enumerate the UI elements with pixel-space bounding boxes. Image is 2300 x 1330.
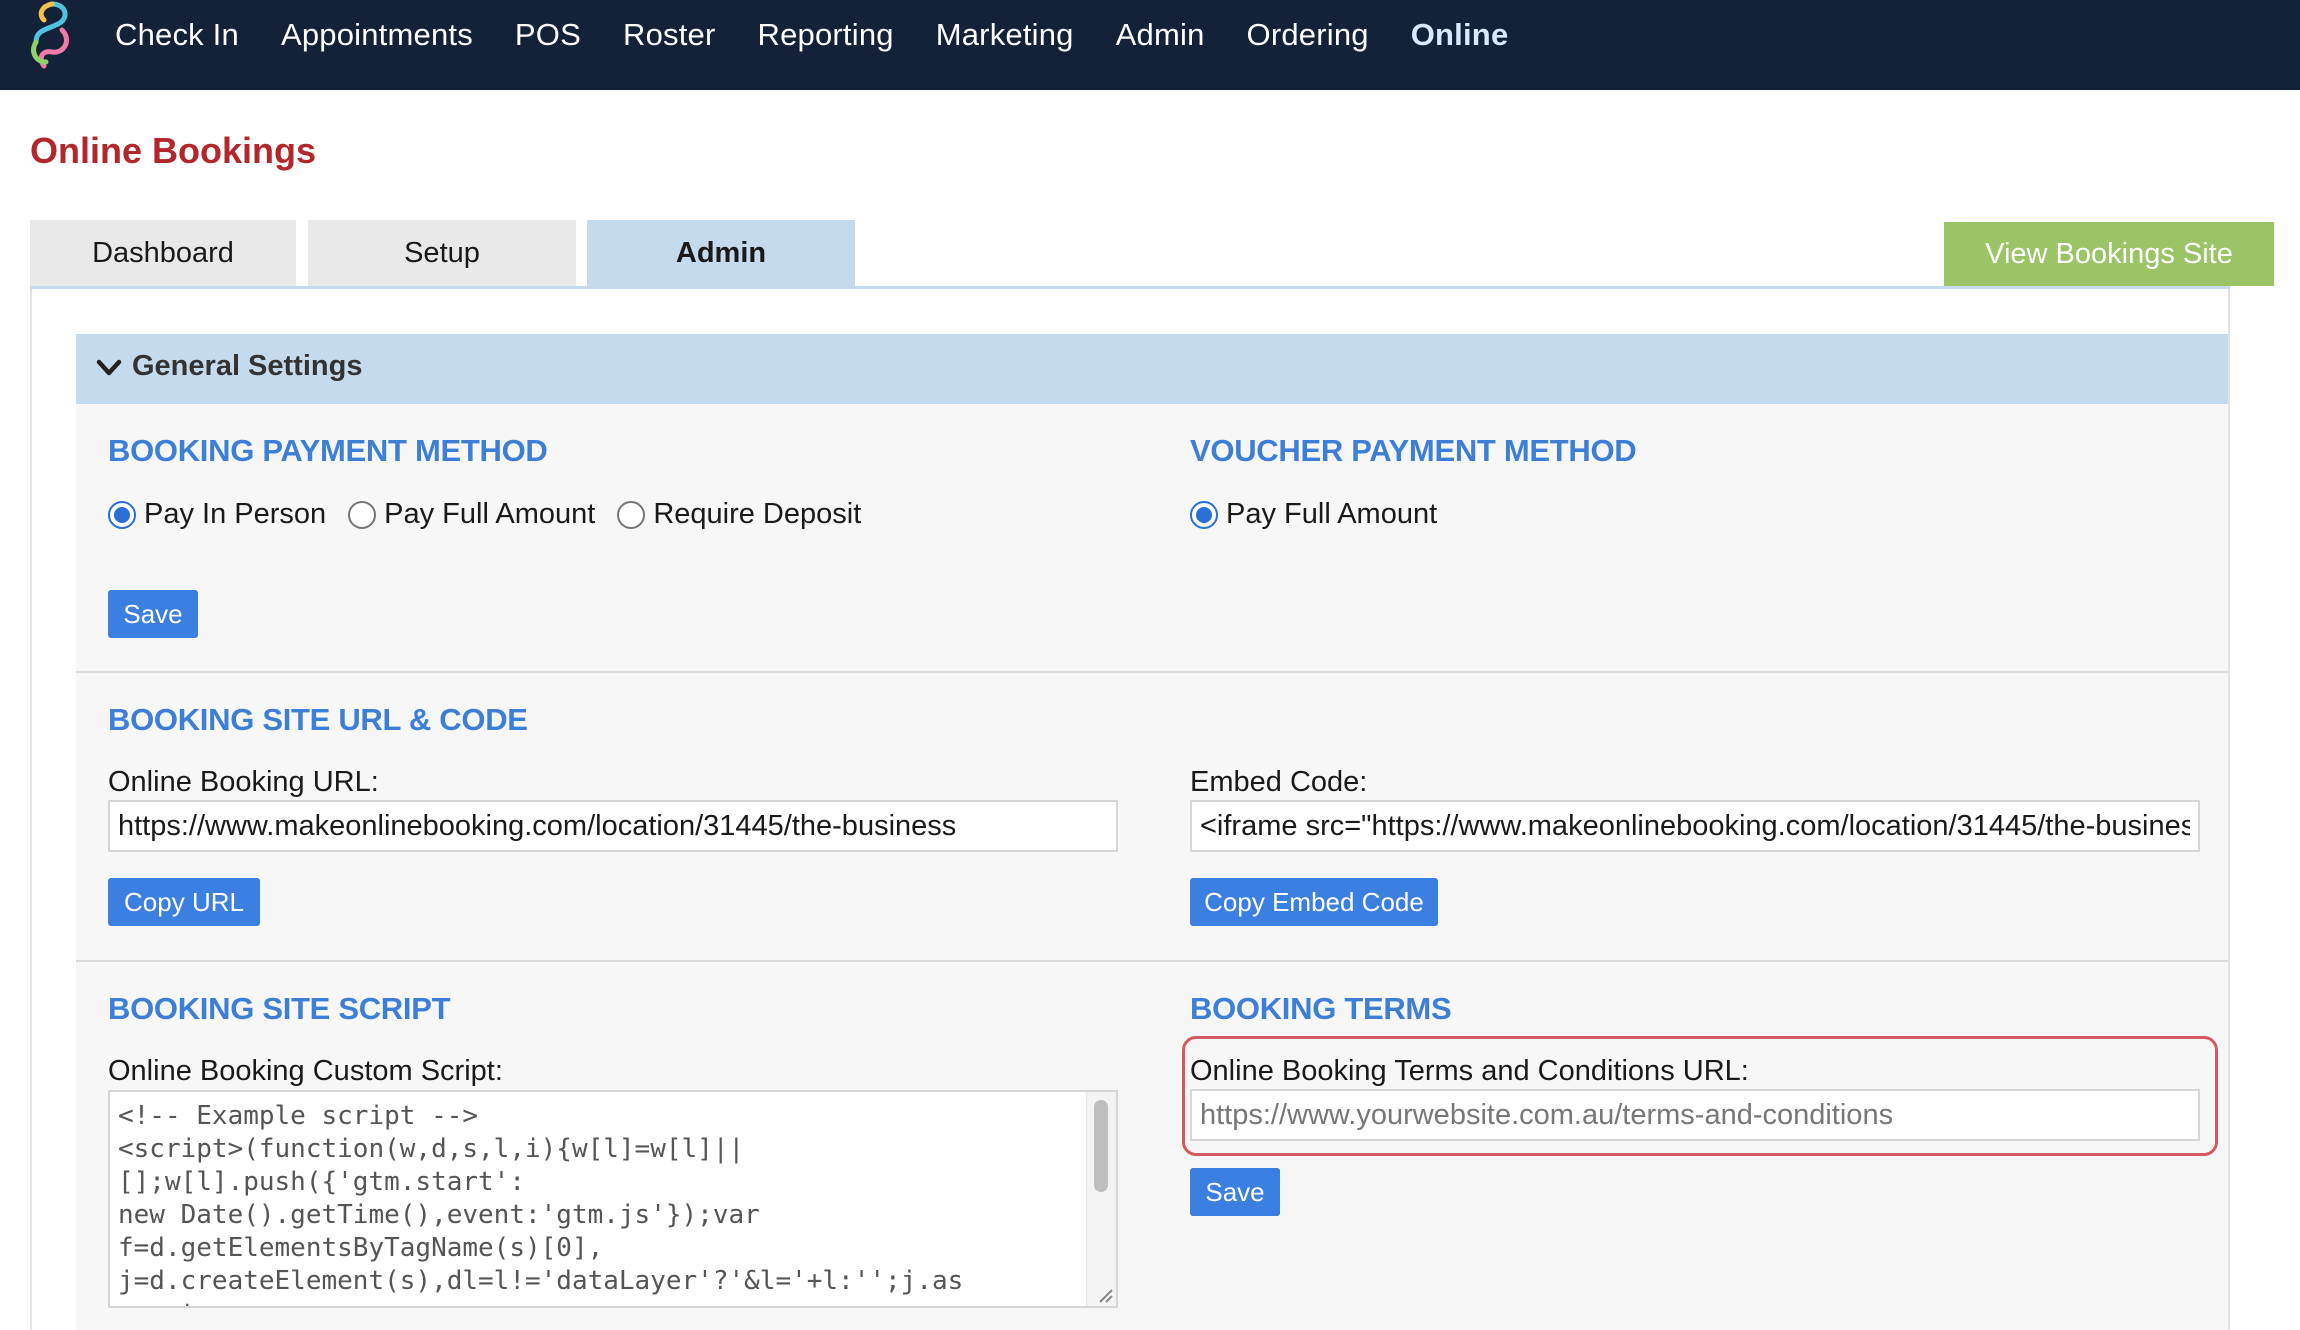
nav-item-reporting[interactable]: Reporting: [758, 17, 894, 53]
embed-code-label: Embed Code:: [1190, 766, 1368, 798]
booking-payment-save-button[interactable]: Save: [108, 590, 198, 638]
voucher-payment-title: VOUCHER PAYMENT METHOD: [1190, 433, 1637, 468]
radio-pay-in-person[interactable]: Pay In Person: [108, 498, 326, 531]
nav-item-roster[interactable]: Roster: [623, 17, 716, 53]
general-settings-header[interactable]: [76, 334, 2228, 404]
terms-url-input[interactable]: [1190, 1089, 2200, 1141]
nav-item-marketing[interactable]: Marketing: [936, 17, 1074, 53]
radio-button[interactable]: [348, 500, 377, 529]
booking-payment-radio-group: Pay In Person Pay Full Amount Require De…: [108, 498, 883, 531]
top-nav: Check In Appointments POS Roster Reporti…: [0, 0, 2300, 90]
radio-button-checked[interactable]: [1190, 500, 1218, 529]
nav-item-pos[interactable]: POS: [515, 17, 581, 53]
nav-item-admin[interactable]: Admin: [1116, 17, 1205, 53]
nav-item-appointments[interactable]: Appointments: [281, 17, 473, 53]
page-title: Online Bookings: [30, 130, 317, 171]
terms-url-label: Online Booking Terms and Conditions URL:: [1190, 1055, 1749, 1087]
view-bookings-site-button[interactable]: View Bookings Site: [1944, 222, 2274, 286]
booking-terms-save-button[interactable]: Save: [1190, 1168, 1280, 1216]
voucher-payment-radio-group: Pay Full Amount: [1190, 498, 1459, 531]
copy-embed-code-button[interactable]: Copy Embed Code: [1190, 878, 1438, 926]
nav-menu: Check In Appointments POS Roster Reporti…: [115, 0, 1550, 70]
radio-voucher-pay-full-amount[interactable]: Pay Full Amount: [1190, 498, 1437, 531]
textarea-scrollbar[interactable]: [1086, 1092, 1116, 1306]
booking-terms-title: BOOKING TERMS: [1190, 991, 1452, 1026]
chevron-down-icon[interactable]: [96, 358, 122, 378]
online-booking-url-label: Online Booking URL:: [108, 766, 379, 798]
nav-item-ordering[interactable]: Ordering: [1247, 17, 1369, 53]
tab-dashboard[interactable]: Dashboard: [30, 220, 296, 286]
booking-site-url-title: BOOKING SITE URL & CODE: [108, 702, 528, 737]
textarea-scrollbar-thumb[interactable]: [1094, 1100, 1108, 1192]
radio-pay-full-amount[interactable]: Pay Full Amount: [348, 498, 595, 531]
section-divider: [76, 960, 2228, 962]
custom-script-textarea[interactable]: <!-- Example script --> <script>(functio…: [108, 1090, 1118, 1308]
radio-label: Pay In Person: [144, 498, 327, 530]
radio-label: Pay Full Amount: [1226, 498, 1438, 530]
booking-payment-title: BOOKING PAYMENT METHOD: [108, 433, 548, 468]
tab-admin[interactable]: Admin: [587, 220, 855, 286]
radio-button[interactable]: [617, 500, 646, 529]
resize-handle-icon[interactable]: [1096, 1286, 1114, 1304]
nav-item-check-in[interactable]: Check In: [115, 17, 239, 53]
custom-script-label: Online Booking Custom Script:: [108, 1055, 503, 1087]
general-settings-title: General Settings: [132, 350, 363, 382]
app-logo-icon[interactable]: [22, 0, 78, 72]
online-booking-url-input[interactable]: [108, 800, 1118, 852]
booking-site-script-title: BOOKING SITE SCRIPT: [108, 991, 451, 1026]
copy-url-button[interactable]: Copy URL: [108, 878, 260, 926]
radio-require-deposit[interactable]: Require Deposit: [617, 498, 861, 531]
nav-item-online[interactable]: Online: [1411, 17, 1509, 53]
embed-code-input[interactable]: [1190, 800, 2200, 852]
radio-button-checked[interactable]: [108, 500, 136, 529]
radio-label: Pay Full Amount: [384, 498, 596, 530]
radio-label: Require Deposit: [653, 498, 862, 530]
custom-script-code[interactable]: <!-- Example script --> <script>(functio…: [118, 1100, 1078, 1306]
section-divider: [76, 671, 2228, 673]
tab-setup[interactable]: Setup: [308, 220, 576, 286]
